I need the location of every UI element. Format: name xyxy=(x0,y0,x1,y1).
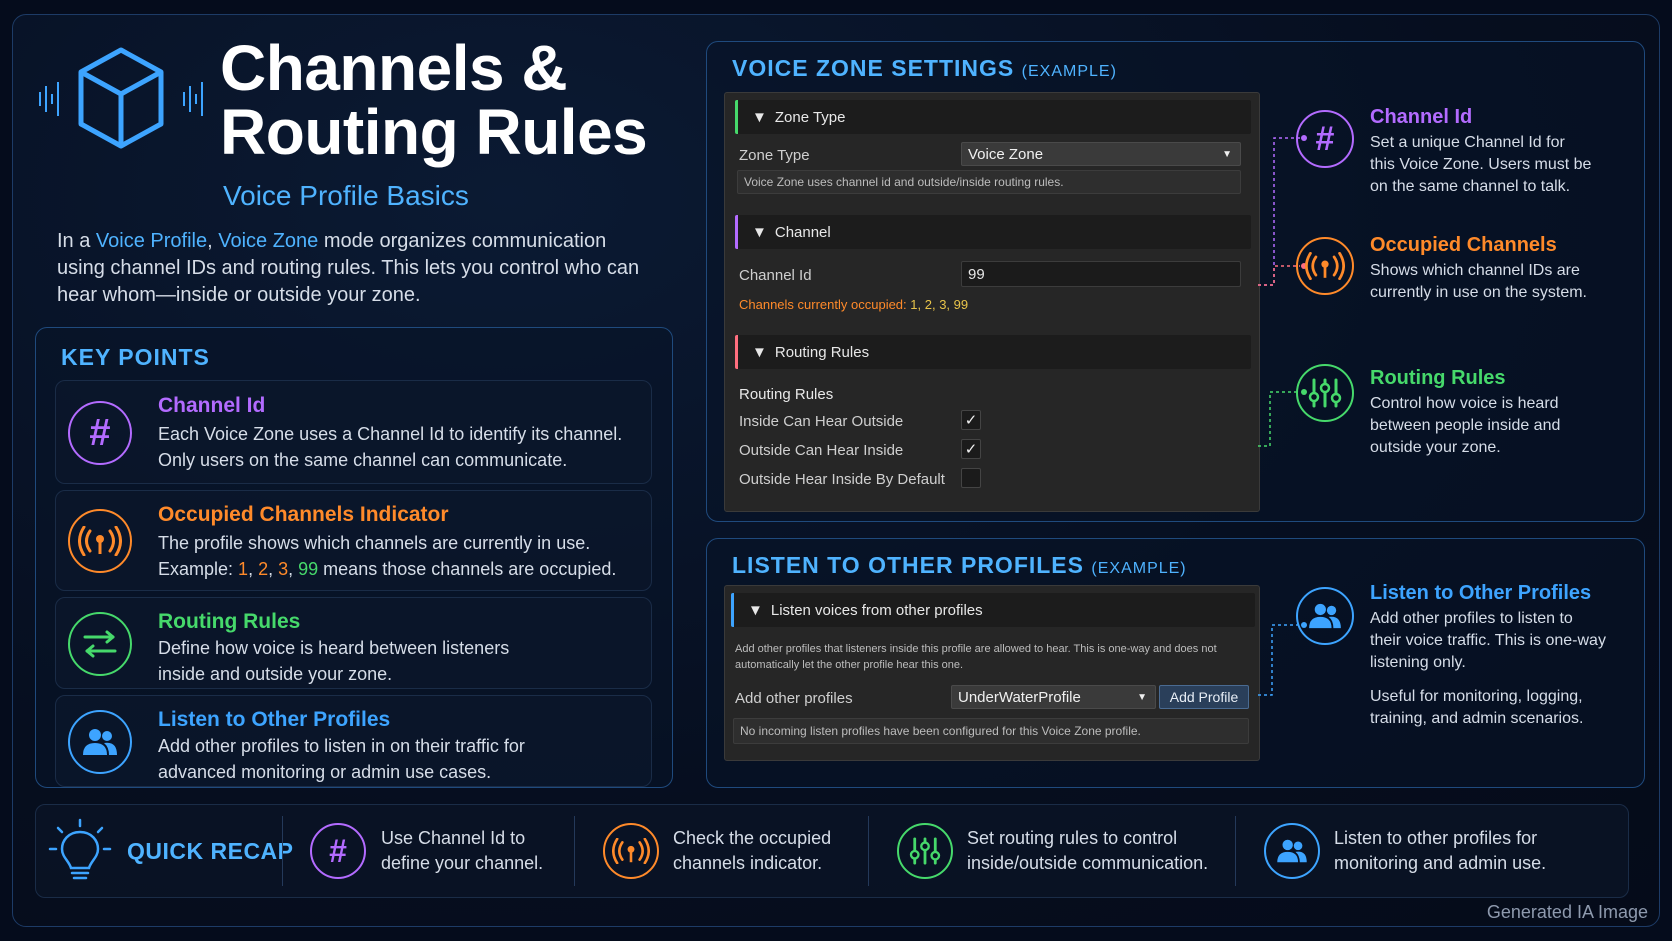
rule-outside-hear-default-label: Outside Hear Inside By Default xyxy=(739,471,945,488)
annotation-listen-profiles: Listen to Other Profiles Add other profi… xyxy=(1370,582,1606,727)
rule-inside-hear-outside-label: Inside Can Hear Outside xyxy=(739,413,904,430)
key-point-body: Add other profiles to listen in on their… xyxy=(158,736,525,782)
routing-rules-label: Routing Rules xyxy=(739,386,834,403)
key-point-body: Each Voice Zone uses a Channel Id to ide… xyxy=(158,424,623,470)
key-point-title: Occupied Channels Indicator xyxy=(158,503,449,526)
chevron-down-icon: ▼ xyxy=(1222,148,1232,160)
rule-inside-hear-outside-checkbox[interactable]: ✓ xyxy=(961,410,981,430)
swap-arrows-icon xyxy=(68,612,132,676)
recap-item-routing: Set routing rules to control inside/outsi… xyxy=(967,828,1209,873)
rule-outside-hear-default-checkbox[interactable] xyxy=(961,468,981,488)
footer-watermark: Generated IA Image xyxy=(1486,902,1648,922)
key-point-title: Channel Id xyxy=(158,394,266,417)
users-icon xyxy=(1296,587,1354,645)
listen-profiles-title: LISTEN TO OTHER PROFILES (EXAMPLE) xyxy=(732,552,1187,578)
channel-id-label: Channel Id xyxy=(739,267,812,284)
annotation-channel-id: Channel Id Set a unique Channel Id for th… xyxy=(1370,106,1592,195)
key-point-listen-profiles: Listen to Other Profiles Add other profi… xyxy=(55,695,652,787)
rule-outside-hear-inside-label: Outside Can Hear Inside xyxy=(739,442,904,459)
routing-rules-foldout[interactable]: ▼ Routing Rules xyxy=(735,335,1251,369)
quick-recap-title: QUICK RECAP xyxy=(127,838,294,864)
profile-select-dropdown[interactable]: UnderWaterProfile ▼ xyxy=(951,685,1156,709)
listen-status-text: No incoming listen profiles have been co… xyxy=(733,718,1249,744)
zone-type-help: Voice Zone uses channel id and outside/i… xyxy=(737,170,1241,194)
listen-help-text: Add other profiles that listeners inside… xyxy=(735,643,1217,671)
recap-divider xyxy=(868,816,869,886)
key-points-title: KEY POINTS xyxy=(61,344,210,370)
key-point-body: The profile shows which channels are cur… xyxy=(158,533,617,579)
cube-logo-icon xyxy=(39,47,203,149)
hash-icon: # xyxy=(310,823,366,879)
users-icon xyxy=(1264,823,1320,879)
zone-type-foldout[interactable]: ▼ Zone Type xyxy=(735,100,1251,134)
sliders-icon xyxy=(897,823,953,879)
occupied-channels-indicator: Channels currently occupied: 1, 2, 3, 99 xyxy=(739,297,969,312)
lightbulb-icon xyxy=(48,818,112,880)
channel-id-input[interactable]: 99 xyxy=(961,261,1241,287)
key-point-occupied-channels: Occupied Channels Indicator The profile … xyxy=(55,490,652,591)
sliders-icon xyxy=(1296,364,1354,422)
listen-voices-foldout[interactable]: ▼ Listen voices from other profiles xyxy=(731,593,1255,627)
key-point-routing-rules: Routing Rules Define how voice is heard … xyxy=(55,597,652,689)
broadcast-icon xyxy=(68,509,132,573)
recap-item-occupied: Check the occupied channels indicator. xyxy=(673,828,832,873)
page-subtitle: Voice Profile Basics xyxy=(223,180,469,211)
chevron-down-icon: ▼ xyxy=(1137,691,1147,703)
voice-zone-settings-title: VOICE ZONE SETTINGS (EXAMPLE) xyxy=(732,55,1117,81)
users-icon xyxy=(68,710,132,774)
recap-divider xyxy=(1235,816,1236,886)
voice-zone-editor: ▼ Zone Type Zone Type Voice Zone ▼ Voice Z… xyxy=(724,92,1260,512)
recap-divider xyxy=(282,816,283,886)
add-profile-button[interactable]: Add Profile xyxy=(1159,685,1249,709)
key-point-body: Define how voice is heard between listen… xyxy=(158,638,510,684)
annotation-occupied-channels: Occupied Channels Shows which channel ID… xyxy=(1370,234,1587,301)
recap-item-listen: Listen to other profiles for monitoring a… xyxy=(1334,828,1547,873)
broadcast-icon xyxy=(1296,237,1354,295)
listen-profiles-editor: ▼ Listen voices from other profiles Add o… xyxy=(724,585,1260,761)
hash-icon: # xyxy=(68,401,132,465)
hash-icon: # xyxy=(1296,110,1354,168)
zone-type-dropdown[interactable]: Voice Zone ▼ xyxy=(961,142,1241,166)
intro-text: In a Voice Profile, Voice Zone mode orga… xyxy=(57,230,640,306)
key-point-title: Routing Rules xyxy=(158,610,301,633)
key-point-title: Listen to Other Profiles xyxy=(158,708,391,731)
annotation-routing-rules: Routing Rules Control how voice is heard… xyxy=(1370,367,1561,456)
zone-type-label: Zone Type xyxy=(739,147,810,164)
recap-divider xyxy=(574,816,575,886)
add-profiles-label: Add other profiles xyxy=(735,690,853,707)
key-point-channel-id: # Channel Id Each Voice Zone uses a Chan… xyxy=(55,380,652,484)
recap-item-channel: Use Channel Id to define your channel. xyxy=(381,828,544,873)
rule-outside-hear-inside-checkbox[interactable]: ✓ xyxy=(961,439,981,459)
page-title: Channels & Routing Rules xyxy=(220,32,648,168)
broadcast-icon xyxy=(603,823,659,879)
channel-foldout[interactable]: ▼ Channel xyxy=(735,215,1251,249)
